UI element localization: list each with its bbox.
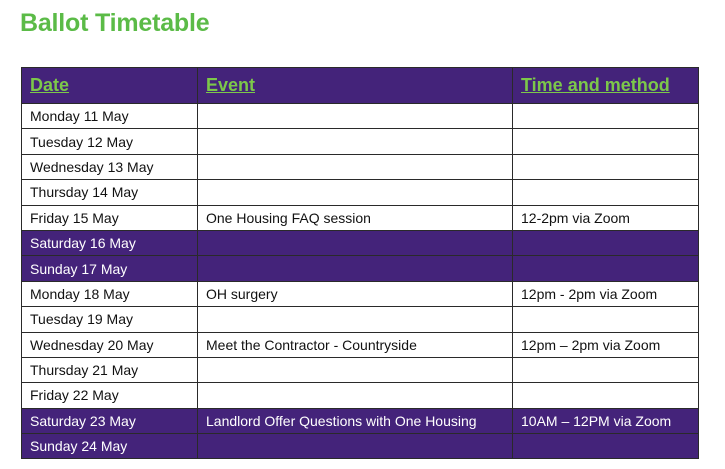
table-row: Monday 18 May OH surgery 12pm - 2pm via …	[21, 280, 699, 308]
event-cell	[197, 102, 513, 130]
ballot-timetable: Date Event Time and method Monday 11 May…	[21, 67, 699, 460]
date-cell: Monday 18 May	[21, 280, 198, 308]
date-cell: Wednesday 20 May	[21, 331, 198, 358]
date-cell: Thursday 14 May	[21, 179, 198, 206]
table-row: Wednesday 13 May	[21, 153, 699, 181]
table-row-weekend: Sunday 17 May	[21, 255, 699, 282]
table-row: Tuesday 19 May	[21, 306, 699, 333]
event-cell	[197, 382, 513, 409]
table-row: Tuesday 12 May	[21, 128, 699, 155]
event-cell	[197, 229, 513, 257]
table-row: Thursday 21 May	[21, 356, 699, 384]
header-date: Date	[21, 67, 198, 104]
time-cell	[512, 153, 699, 181]
event-cell	[197, 179, 513, 206]
date-cell: Tuesday 19 May	[21, 306, 198, 333]
table-row-weekend: Saturday 23 May Landlord Offer Questions…	[21, 407, 699, 435]
table-header-row: Date Event Time and method	[21, 67, 699, 104]
time-cell	[512, 179, 699, 206]
date-cell: Monday 11 May	[21, 102, 198, 130]
time-cell	[512, 356, 699, 384]
time-cell	[512, 255, 699, 282]
page-title: Ballot Timetable	[20, 9, 210, 37]
header-event: Event	[197, 67, 513, 104]
event-cell	[197, 356, 513, 384]
table-row: Monday 11 May	[21, 102, 699, 130]
date-cell: Friday 22 May	[21, 382, 198, 409]
date-cell: Sunday 17 May	[21, 255, 198, 282]
event-cell	[197, 255, 513, 282]
date-cell: Friday 15 May	[21, 204, 198, 231]
event-cell: Landlord Offer Questions with One Housin…	[197, 407, 513, 435]
time-cell: 12pm – 2pm via Zoom	[512, 331, 699, 358]
time-cell: 10AM – 12PM via Zoom	[512, 407, 699, 435]
time-cell: 12-2pm via Zoom	[512, 204, 699, 231]
table-row: Friday 22 May	[21, 382, 699, 409]
date-cell: Tuesday 12 May	[21, 128, 198, 155]
event-cell	[197, 306, 513, 333]
time-cell	[512, 102, 699, 130]
event-cell	[197, 128, 513, 155]
time-cell: 12pm - 2pm via Zoom	[512, 280, 699, 308]
time-cell	[512, 382, 699, 409]
table-row: Wednesday 20 May Meet the Contractor - C…	[21, 331, 699, 358]
date-cell: Saturday 23 May	[21, 407, 198, 435]
table-row-weekend: Saturday 16 May	[21, 229, 699, 257]
event-cell: OH surgery	[197, 280, 513, 308]
event-cell: Meet the Contractor - Countryside	[197, 331, 513, 358]
date-cell: Thursday 21 May	[21, 356, 198, 384]
date-cell: Wednesday 13 May	[21, 153, 198, 181]
table-row: Friday 15 May One Housing FAQ session 12…	[21, 204, 699, 231]
time-cell	[512, 306, 699, 333]
event-cell: One Housing FAQ session	[197, 204, 513, 231]
time-cell	[512, 433, 699, 460]
time-cell	[512, 128, 699, 155]
header-time-and-method: Time and method	[512, 67, 699, 104]
table-row: Thursday 14 May	[21, 179, 699, 206]
table-row-weekend: Sunday 24 May	[21, 433, 699, 460]
date-cell: Sunday 24 May	[21, 433, 198, 460]
event-cell	[197, 433, 513, 460]
time-cell	[512, 229, 699, 257]
date-cell: Saturday 16 May	[21, 229, 198, 257]
event-cell	[197, 153, 513, 181]
